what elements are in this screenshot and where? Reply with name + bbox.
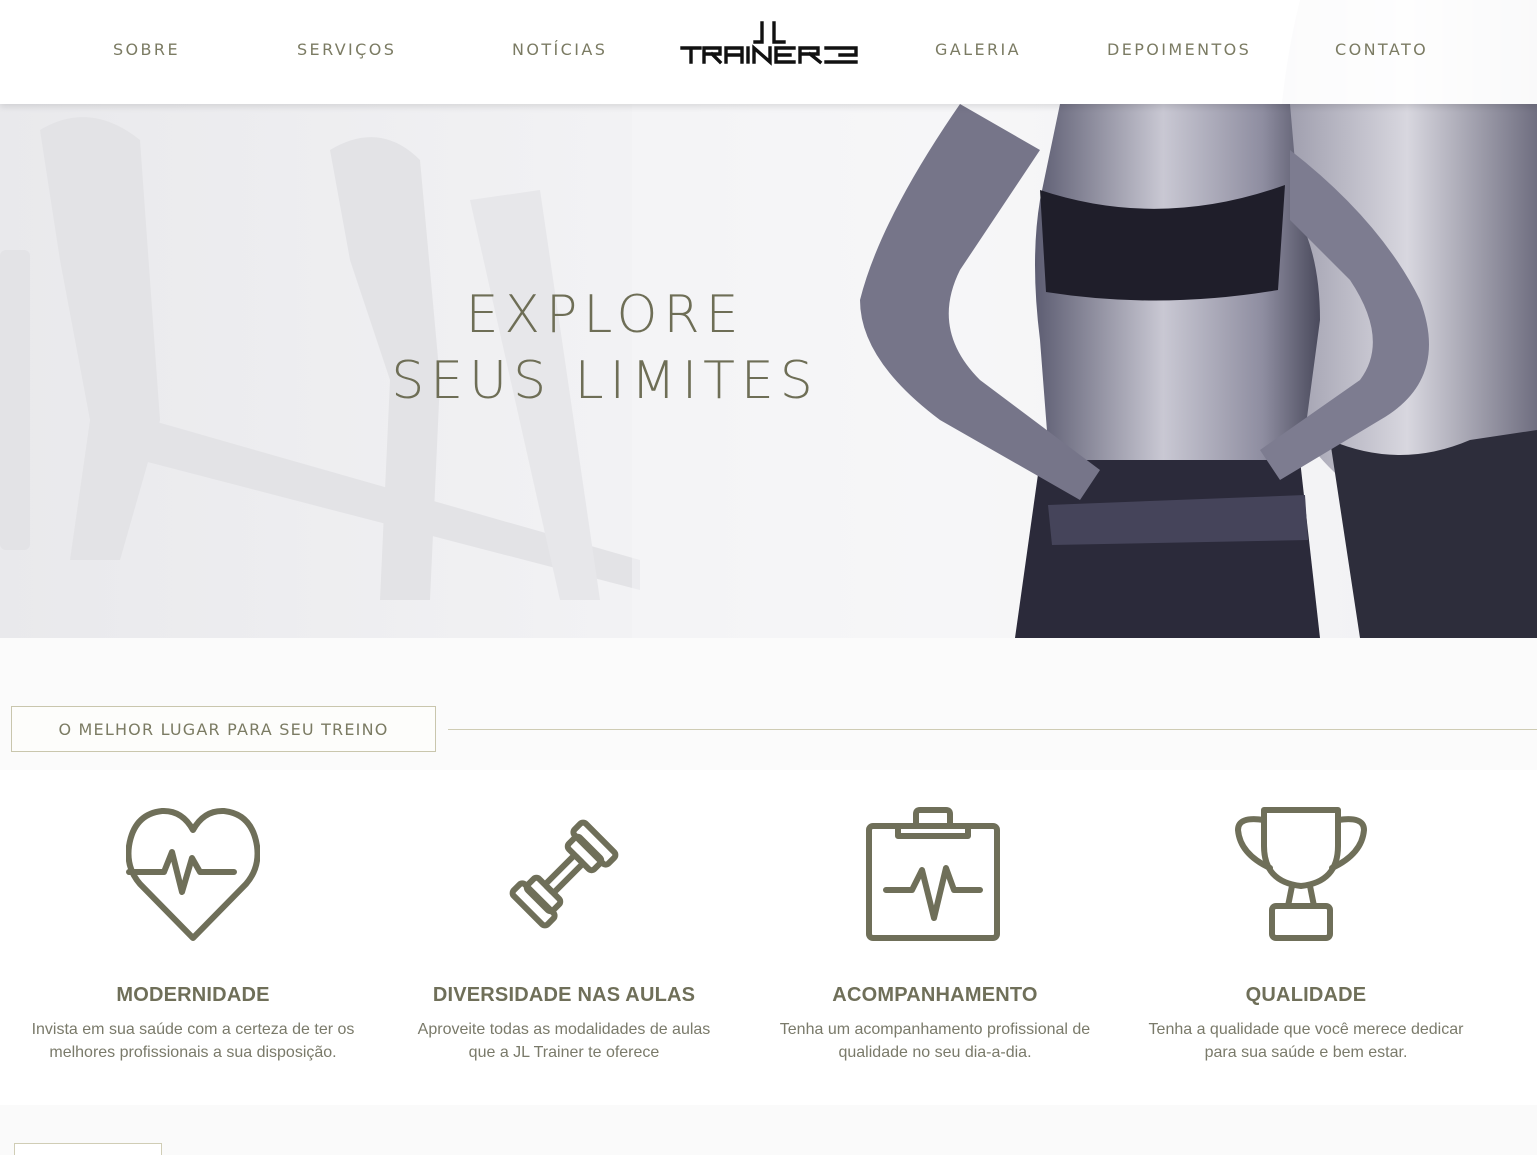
nav-link-sobre[interactable]: SOBRE xyxy=(113,40,180,59)
feature-description-line-2: melhores profissionais a sua disposição. xyxy=(49,1044,337,1061)
feature-description-line-1: Aproveite todas as modalidades de aulas xyxy=(417,1021,711,1038)
feature-description-line-1: Tenha um acompanhamento profissional de xyxy=(779,1021,1091,1038)
feature-description: Invista em sua saúde com a certeza de te… xyxy=(8,1018,378,1064)
clipboard-pulse-icon xyxy=(866,807,1000,941)
dumbbell-icon xyxy=(509,819,619,929)
feature-title: MODERNIDADE xyxy=(116,984,270,1006)
heart-pulse-icon xyxy=(126,807,260,941)
section-divider xyxy=(448,729,1537,730)
feature-title: QUALIDADE xyxy=(1245,984,1367,1006)
nav-link-contato[interactable]: CONTATO xyxy=(1335,40,1428,59)
nav-link-servicos[interactable]: SERVIÇOS xyxy=(297,40,396,59)
feature-description-line-2: que a JL Trainer te oferece xyxy=(468,1044,660,1061)
nav-link-noticias[interactable]: NOTÍCIAS xyxy=(512,40,607,59)
feature-title: ACOMPANHAMENTO xyxy=(832,984,1038,1006)
features-row: MODERNIDADE Invista em sua saúde com a c… xyxy=(0,770,1537,1105)
hero-title: EXPLORE SEUS LIMITES xyxy=(330,282,880,414)
section-heading-box: O MELHOR LUGAR PARA SEU TREINO xyxy=(11,706,436,752)
hero-title-line-2: SEUS LIMITES xyxy=(391,351,819,411)
feature-description: Aproveite todas as modalidades de aulas … xyxy=(379,1018,749,1064)
feature-description-line-2: para sua saúde e bem estar. xyxy=(1204,1044,1408,1061)
nav-link-depoimentos[interactable]: DEPOIMENTOS xyxy=(1107,40,1251,59)
next-section-background xyxy=(0,1105,1537,1155)
feature-title: DIVERSIDADE NAS AULAS xyxy=(432,984,696,1006)
top-navigation-bar: SOBRE SERVIÇOS NOTÍCIAS GALERIA DEPOIMEN… xyxy=(0,0,1537,104)
feature-description: Tenha a qualidade que você merece dedica… xyxy=(1121,1018,1491,1064)
feature-description-line-2: qualidade no seu dia-a-dia. xyxy=(838,1044,1032,1061)
feature-description-line-1: Tenha a qualidade que você merece dedica… xyxy=(1148,1021,1464,1038)
feature-description-line-1: Invista em sua saúde com a certeza de te… xyxy=(31,1021,355,1038)
next-section-heading-box xyxy=(14,1143,162,1155)
section-heading: O MELHOR LUGAR PARA SEU TREINO xyxy=(58,719,389,739)
jl-trainer-logo[interactable] xyxy=(680,20,860,66)
trophy-icon xyxy=(1235,807,1367,941)
feature-description: Tenha um acompanhamento profissional de … xyxy=(750,1018,1120,1064)
hero-title-line-1: EXPLORE xyxy=(465,285,745,345)
nav-link-galeria[interactable]: GALERIA xyxy=(935,40,1021,59)
